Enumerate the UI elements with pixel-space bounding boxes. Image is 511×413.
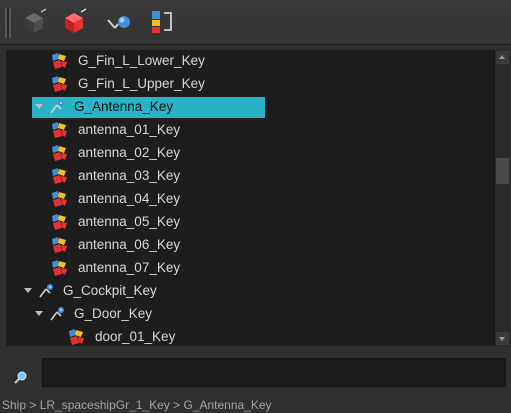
hierarchy-select-icon[interactable] — [148, 8, 176, 36]
tree-item-row[interactable]: door_01_Key — [6, 326, 494, 346]
tree-group-row[interactable]: G_Door_Key — [6, 303, 494, 325]
search-input[interactable] — [42, 358, 506, 387]
tree-item-label: antenna_06_Key — [78, 237, 181, 252]
tree-item-label: antenna_01_Key — [78, 122, 181, 137]
node-view-panel: G_Fin_L_Lower_Key G_Fin_L_Upper_Key G_Ante… — [0, 0, 511, 413]
scroll-thumb[interactable] — [496, 158, 509, 184]
tree-item-label: door_01_Key — [95, 329, 176, 344]
key-node-icon — [50, 122, 68, 138]
dark-cube-icon[interactable] — [20, 8, 48, 36]
expand-arrow-icon[interactable] — [35, 311, 43, 316]
search-icon — [14, 369, 28, 384]
toolbar-grip[interactable] — [5, 8, 11, 38]
tree-item-row[interactable]: antenna_03_Key — [6, 165, 494, 187]
search-area — [0, 348, 511, 396]
tree-item-label: G_Antenna_Key — [74, 99, 174, 114]
tree-item-row[interactable]: antenna_06_Key — [6, 234, 494, 256]
key-node-icon — [50, 237, 68, 253]
key-node-icon — [50, 168, 68, 184]
expand-arrow-icon[interactable] — [24, 288, 32, 293]
tree-item-label: antenna_07_Key — [78, 260, 181, 275]
node-tree: G_Fin_L_Lower_Key G_Fin_L_Upper_Key G_Ante… — [6, 50, 494, 346]
group-node-icon — [37, 283, 55, 299]
key-node-icon — [50, 191, 68, 207]
key-node-icon — [50, 76, 68, 92]
tree-item-row[interactable]: antenna_07_Key — [6, 257, 494, 279]
tree-item-label: G_Fin_L_Lower_Key — [78, 53, 205, 68]
key-node-icon — [50, 53, 68, 69]
tree-item-label: G_Door_Key — [74, 306, 153, 321]
tree-item-label: G_Fin_L_Upper_Key — [78, 76, 205, 91]
toolbar — [0, 0, 511, 45]
tree-item-row[interactable]: G_Fin_L_Lower_Key — [6, 50, 494, 72]
group-node-icon — [48, 306, 66, 322]
scroll-up-button[interactable] — [496, 51, 509, 64]
tree-item-row[interactable]: antenna_01_Key — [6, 119, 494, 141]
tree-item-label: antenna_03_Key — [78, 168, 181, 183]
group-node-icon — [48, 99, 66, 115]
key-node-icon — [67, 329, 85, 345]
tree-item-label: antenna_02_Key — [78, 145, 181, 160]
scroll-down-button[interactable] — [496, 332, 509, 345]
tree-scrollbar[interactable] — [494, 50, 510, 346]
tree-item-row[interactable]: G_Fin_L_Upper_Key — [6, 73, 494, 95]
tree-group-row[interactable]: G_Antenna_Key — [6, 96, 494, 118]
link-node-icon[interactable] — [104, 8, 132, 36]
tree-item-label: antenna_04_Key — [78, 191, 181, 206]
key-node-icon — [50, 145, 68, 161]
tree-item-label: G_Cockpit_Key — [63, 283, 157, 298]
expand-arrow-icon[interactable] — [35, 104, 43, 109]
key-node-icon — [50, 214, 68, 230]
red-cube-icon[interactable] — [60, 8, 88, 36]
tree-group-row[interactable]: G_Cockpit_Key — [6, 280, 494, 302]
status-bar: Ship > LR_spaceshipGr_1_Key > G_Antenna_… — [0, 397, 511, 413]
breadcrumb: Ship > LR_spaceshipGr_1_Key > G_Antenna_… — [2, 398, 272, 412]
key-node-icon — [50, 260, 68, 276]
tree-item-row[interactable]: antenna_02_Key — [6, 142, 494, 164]
tree-item-row[interactable]: antenna_05_Key — [6, 211, 494, 233]
tree-item-row[interactable]: antenna_04_Key — [6, 188, 494, 210]
tree-item-label: antenna_05_Key — [78, 214, 181, 229]
